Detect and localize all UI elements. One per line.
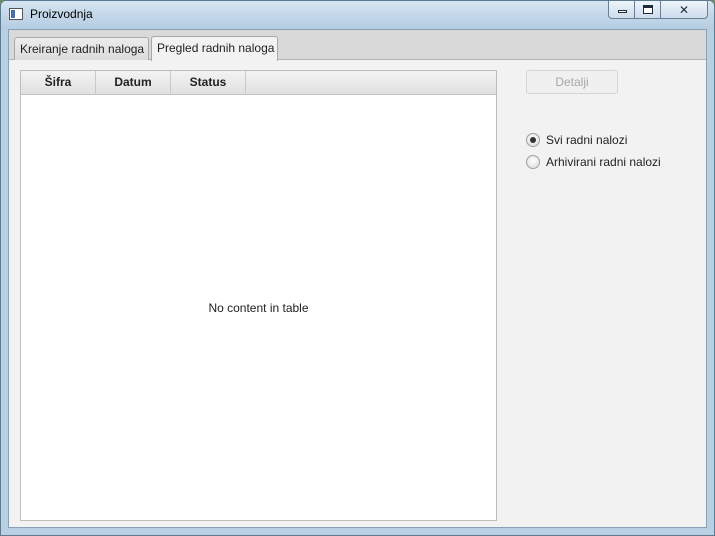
window-title: Proizvodnja: [30, 7, 93, 21]
minimize-button[interactable]: [608, 1, 635, 19]
work-orders-table[interactable]: Šifra Datum Status No content in table: [20, 70, 497, 521]
table-header: Šifra Datum Status: [21, 71, 496, 95]
tab-kreiranje-radnih-naloga[interactable]: Kreiranje radnih naloga: [14, 37, 149, 60]
window-controls: ✕: [608, 1, 708, 20]
close-icon: ✕: [678, 2, 690, 17]
close-button[interactable]: ✕: [661, 1, 708, 19]
column-header-datum[interactable]: Datum: [96, 71, 171, 94]
radio-label: Arhivirani radni nalozi: [546, 155, 661, 169]
window-content: Kreiranje radnih naloga Pregled radnih n…: [8, 29, 707, 528]
maximize-icon: [643, 5, 653, 14]
app-icon: [9, 8, 23, 20]
column-header-sifra[interactable]: Šifra: [21, 71, 96, 94]
radio-option-arhivirani-radni-nalozi[interactable]: Arhivirani radni nalozi: [526, 154, 661, 170]
tab-strip: Kreiranje radnih naloga Pregled radnih n…: [9, 30, 706, 61]
radio-label: Svi radni nalozi: [546, 133, 628, 147]
column-header-status[interactable]: Status: [171, 71, 246, 94]
details-button[interactable]: Detalji: [526, 70, 618, 94]
minimize-icon: [618, 10, 627, 13]
radio-selected-icon[interactable]: [526, 133, 540, 147]
table-placeholder: No content in table: [208, 301, 309, 315]
radio-option-svi-radni-nalozi[interactable]: Svi radni nalozi: [526, 132, 627, 148]
radio-unselected-icon[interactable]: [526, 155, 540, 169]
app-window: Proizvodnja ✕ Kreiranje radnih naloga Pr…: [0, 0, 715, 536]
column-header-filler: [246, 71, 496, 94]
maximize-button[interactable]: [635, 1, 661, 19]
tab-pregled-radnih-naloga[interactable]: Pregled radnih naloga: [151, 36, 278, 61]
title-bar[interactable]: Proizvodnja ✕: [1, 1, 714, 29]
